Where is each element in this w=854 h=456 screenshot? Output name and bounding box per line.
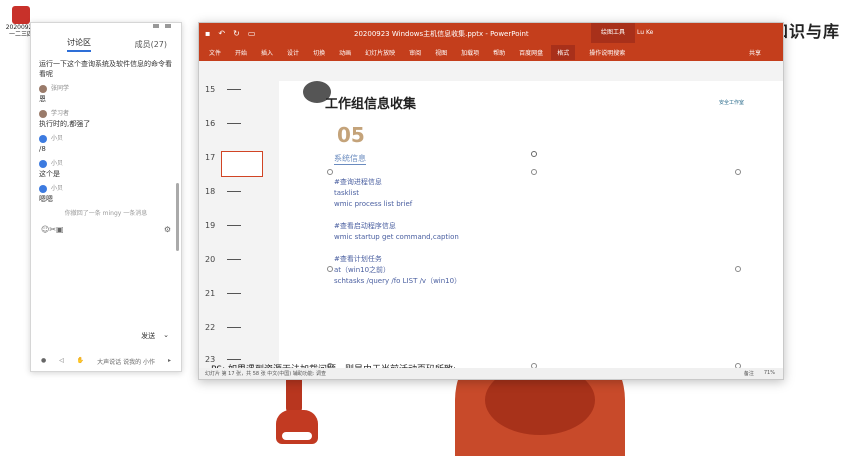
account-name[interactable]: Lu Ke <box>637 29 653 36</box>
slide-thumbnail[interactable]: 22 <box>199 319 279 339</box>
ribbon-tab[interactable]: 切换 <box>313 48 325 57</box>
close-icon[interactable] <box>165 24 171 28</box>
resize-handle[interactable] <box>735 169 741 175</box>
discussion-panel: 讨论区 成员(27) 运行一下这个查询系统及软件信息的命令看看呢 张同学 恩 学… <box>30 22 182 372</box>
title-bar: ▪ ↶ ↻ ▭ 20200923 Windows主机信息收集.pptx - Po… <box>199 23 783 43</box>
window-title: 20200923 Windows主机信息收集.pptx - PowerPoint <box>354 30 529 38</box>
slide-textbox[interactable]: #查询进程信息 tasklist wmic process list brief… <box>334 177 461 287</box>
selected-slide-frame[interactable] <box>221 151 263 177</box>
redo-icon[interactable]: ↻ <box>233 29 240 38</box>
avatar <box>39 135 47 143</box>
ribbon-tab[interactable]: 动画 <box>339 48 351 57</box>
slide-thumbnail-pane[interactable]: 15 16 17 18 19 20 21 22 23 <box>199 81 279 368</box>
hand-icon[interactable]: ✋ <box>77 357 84 366</box>
resize-handle[interactable] <box>327 169 333 175</box>
resize-handle[interactable] <box>327 266 333 272</box>
ribbon-tabs: 文件 开始 插入 设计 切换 动画 幻灯片放映 审阅 视图 加载项 帮助 百度网… <box>199 43 783 61</box>
avatar <box>39 185 47 193</box>
share-button[interactable]: 共享 <box>749 48 761 57</box>
slide-logo: 安全工作室 <box>719 100 745 106</box>
save-icon[interactable]: ▪ <box>205 29 210 38</box>
send-button[interactable]: 发送 <box>141 331 155 341</box>
mic-icon[interactable]: ● <box>41 357 46 366</box>
section-subtitle[interactable]: 系统信息 <box>334 153 366 165</box>
speaker-icon[interactable]: ◁ <box>59 357 64 366</box>
undo-icon[interactable]: ↶ <box>218 29 225 38</box>
context-tab-label: 绘图工具 <box>591 23 635 43</box>
text-line: schtasks /query /fo LIST /v（win10） <box>334 277 462 285</box>
pptx-file-icon <box>12 6 30 24</box>
chat-message: 小贝 嗯嗯 <box>39 185 64 203</box>
emoji-icon[interactable]: ☺ <box>41 225 49 234</box>
text-line: wmic startup get command,caption <box>334 233 459 241</box>
ribbon-tab[interactable]: 插入 <box>261 48 273 57</box>
ribbon-tab[interactable]: 文件 <box>209 48 221 57</box>
ribbon-tab[interactable]: 设计 <box>287 48 299 57</box>
text-line <box>334 210 461 221</box>
avatar <box>39 85 47 93</box>
chat-message: 张同学 恩 <box>39 85 70 103</box>
text-line: at（win10之前） <box>334 266 391 274</box>
tell-me-search[interactable]: 操作说明搜索 <box>589 48 625 57</box>
slide-thumbnail[interactable]: 15 <box>199 81 279 101</box>
section-number[interactable]: 05 <box>337 123 365 147</box>
text-line: tasklist <box>334 189 360 197</box>
status-slide-info: 幻灯片 第 17 张，共 58 张 中文(中国) 辅助功能: 调查 <box>205 371 327 377</box>
more-icon[interactable]: ▸ <box>168 357 171 366</box>
slide-title[interactable]: 工作组信息收集 <box>325 93 416 112</box>
rotate-handle[interactable] <box>531 151 537 157</box>
chat-message: 小贝 /8 <box>39 135 64 153</box>
tab-discussion[interactable]: 讨论区 <box>67 37 91 52</box>
avatar <box>39 110 47 118</box>
image-icon[interactable]: ▣ <box>56 225 64 234</box>
notes-button[interactable]: 备注 <box>744 370 754 377</box>
text-line <box>334 243 461 254</box>
slide-canvas[interactable]: 工作组信息收集 安全工作室 05 系统信息 #查询进程信息 tasklist w… <box>279 81 783 369</box>
scissors-icon[interactable]: ✂ <box>49 225 56 234</box>
slide-thumbnail[interactable]: 18 <box>199 183 279 203</box>
slide-thumbnail[interactable]: 16 <box>199 115 279 135</box>
ribbon-tab[interactable]: 百度网盘 <box>519 48 543 57</box>
status-bar: 幻灯片 第 17 张，共 58 张 中文(中国) 辅助功能: 调查 备注 71% <box>199 368 783 379</box>
text-line: wmic process list brief <box>334 200 413 208</box>
ribbon-tab[interactable]: 开始 <box>235 48 247 57</box>
tab-members[interactable]: 成员(27) <box>135 39 167 50</box>
text-line: #查看计划任务 <box>334 255 382 263</box>
slide-thumbnail[interactable]: 20 <box>199 251 279 271</box>
chat-message: 学习者 执行时的,都强了 <box>39 110 91 128</box>
ribbon-tab[interactable]: 幻灯片放映 <box>365 48 395 57</box>
chevron-down-icon[interactable]: ⌄ <box>163 331 169 341</box>
text-line: #查看启动程序信息 <box>334 222 396 230</box>
resize-handle[interactable] <box>735 266 741 272</box>
ribbon-tab[interactable]: 帮助 <box>493 48 505 57</box>
slide-thumbnail[interactable]: 21 <box>199 285 279 305</box>
text-line: #查询进程信息 <box>334 178 382 186</box>
background-art-shoe <box>276 410 318 444</box>
minimize-icon[interactable] <box>153 24 159 28</box>
bottom-status-text: 大声说话 说我的 小作 <box>97 359 155 366</box>
recall-notice: 你撤回了一条 mingy 一条消息 <box>64 210 148 217</box>
slide-thumbnail[interactable]: 19 <box>199 217 279 237</box>
chat-message: 运行一下这个查询系统及软件信息的命令看看呢 <box>39 60 172 78</box>
ribbon-tab[interactable]: 审阅 <box>409 48 421 57</box>
avatar <box>39 160 47 168</box>
ribbon-tab-format[interactable]: 格式 <box>551 44 576 60</box>
zoom-level[interactable]: 71% <box>764 370 775 377</box>
resize-handle[interactable] <box>531 169 537 175</box>
present-icon[interactable]: ▭ <box>248 29 256 38</box>
powerpoint-window: ▪ ↶ ↻ ▭ 20200923 Windows主机信息收集.pptx - Po… <box>198 22 784 380</box>
ribbon-tab[interactable]: 视图 <box>435 48 447 57</box>
settings-icon[interactable]: ⚙ <box>164 225 171 234</box>
chat-message: 小贝 这个是 <box>39 160 64 178</box>
chat-scrollbar[interactable] <box>176 183 179 251</box>
ribbon-tab[interactable]: 加载项 <box>461 48 479 57</box>
